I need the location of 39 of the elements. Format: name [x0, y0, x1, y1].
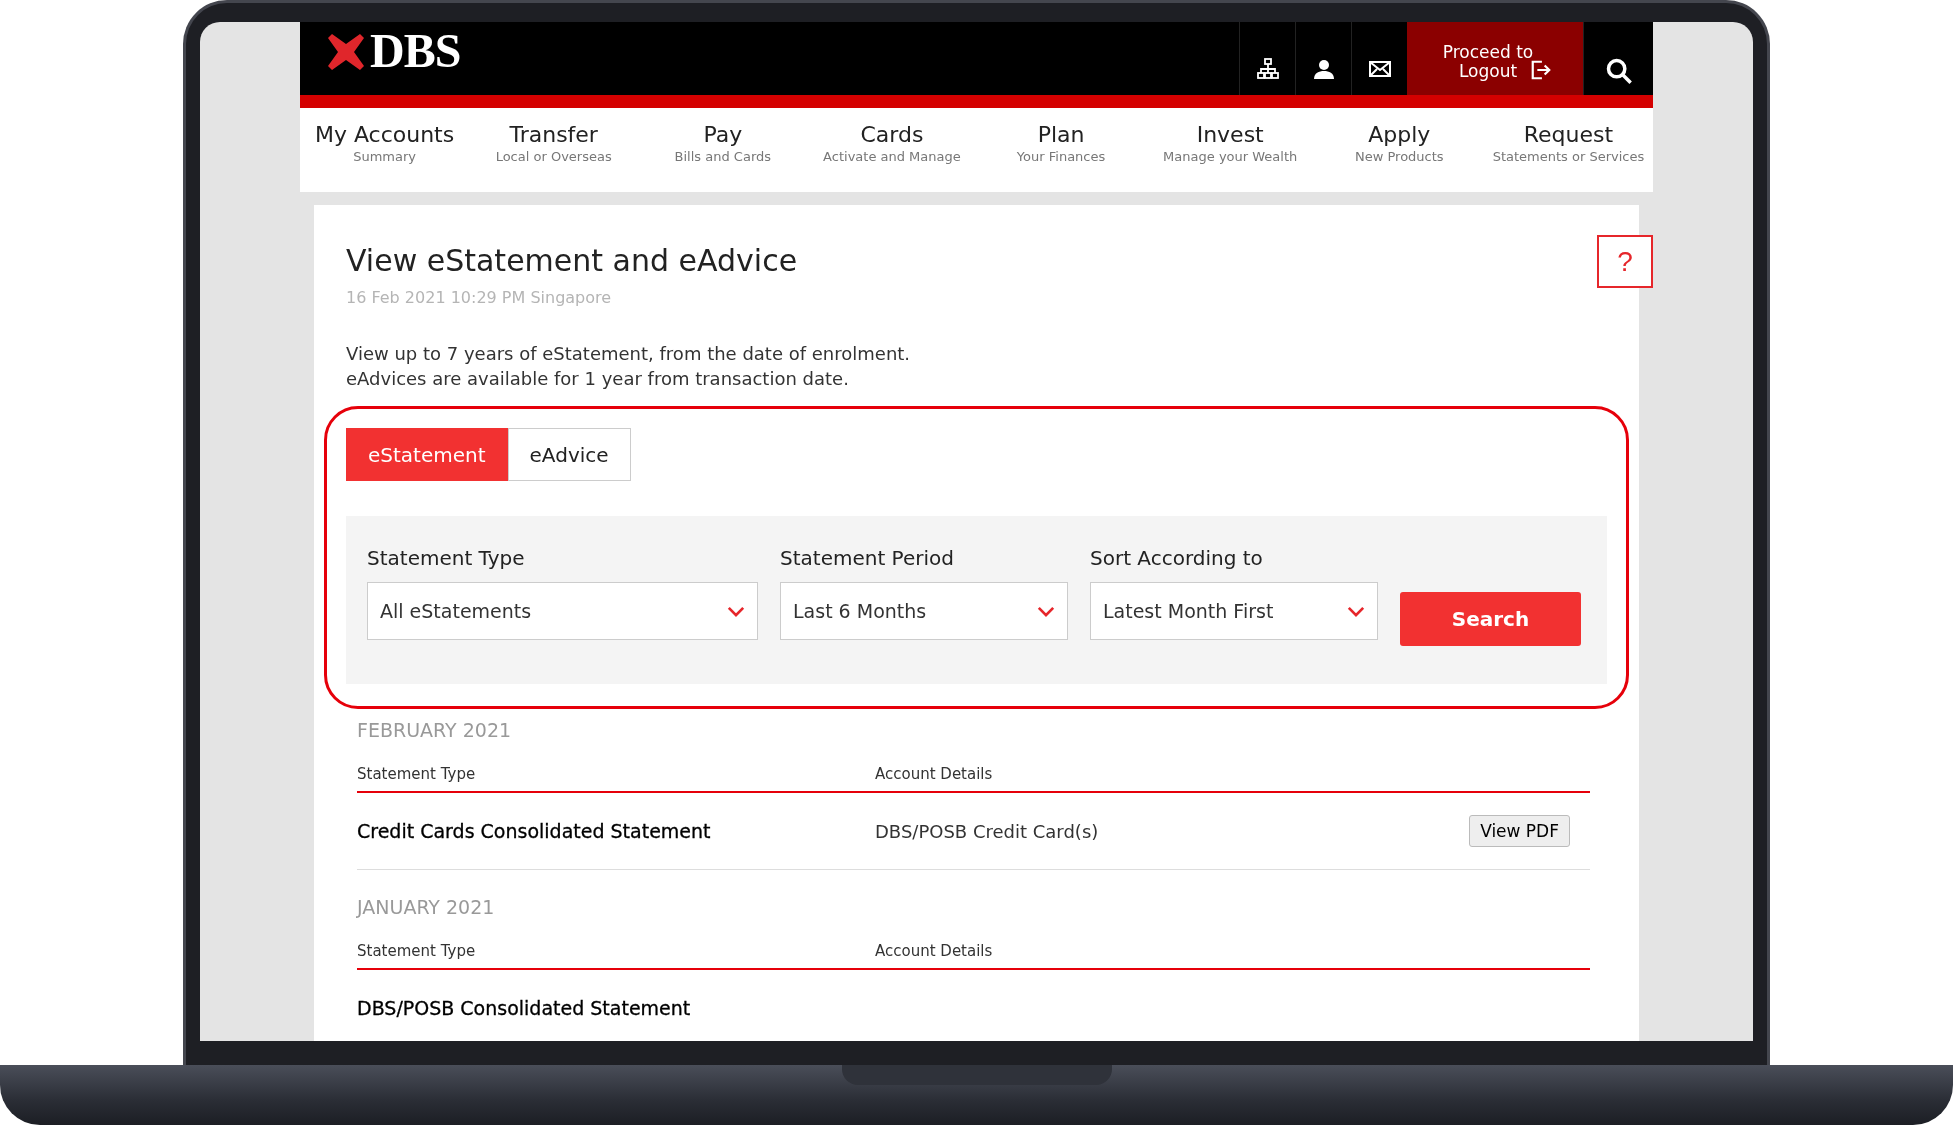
month-heading: FEBRUARY 2021 — [357, 719, 513, 741]
search-button[interactable]: Search — [1400, 592, 1581, 646]
logo-icon — [326, 32, 366, 72]
month-heading: JANUARY 2021 — [357, 896, 496, 918]
chevron-down-icon — [1347, 605, 1365, 617]
view-pdf-button[interactable]: View PDF — [1469, 815, 1570, 847]
nav-item[interactable]: Cards Activate and Manage — [807, 108, 977, 192]
table-cell-text: Credit Cards Consolidated Statement — [357, 820, 712, 842]
chevron-down-icon — [727, 605, 745, 617]
intro-text: eAdvices are available for 1 year from transaction date. — [346, 367, 850, 391]
column-header: Account Details — [875, 942, 994, 960]
table-cell-text: DBS/POSB Consolidated Statement — [357, 997, 692, 1019]
dropdown[interactable]: Last 6 Months — [780, 582, 1068, 640]
field-label: Statement Type — [367, 546, 526, 570]
logout-icon — [1530, 59, 1552, 81]
tab[interactable]: eStatement — [346, 428, 508, 481]
field-label: Statement Period — [780, 546, 955, 570]
table-cell-text: DBS/POSB Credit Card(s) — [875, 820, 1100, 842]
nav-item[interactable]: Transfer Local or Overseas — [469, 108, 639, 192]
tab[interactable]: eAdvice — [507, 428, 631, 481]
column-header: Account Details — [875, 765, 994, 783]
nav-item[interactable]: My Accounts Summary — [300, 108, 470, 192]
page-title: View eStatement and eAdvice — [346, 242, 798, 278]
dropdown[interactable]: Latest Month First — [1090, 582, 1378, 640]
nav-item[interactable]: Request Statements or Services — [1483, 108, 1653, 192]
logout-button[interactable]: Proceed to Logout — [1407, 22, 1583, 95]
field-label: Sort According to — [1090, 546, 1264, 570]
timestamp: 16 Feb 2021 10:29 PM Singapore — [346, 288, 613, 307]
logo-text: DBS — [370, 28, 461, 74]
chevron-down-icon — [1037, 605, 1055, 617]
nav-item[interactable]: Plan Your Finances — [976, 108, 1146, 192]
dropdown[interactable]: All eStatements — [367, 582, 758, 640]
nav-item[interactable]: Invest Manage your Wealth — [1145, 108, 1315, 192]
nav-item[interactable]: Pay Bills and Cards — [638, 108, 808, 192]
column-header: Statement Type — [357, 942, 477, 960]
help-button[interactable]: ? — [1597, 235, 1653, 288]
intro-text: View up to 7 years of eStatement, from the date of enrolment. — [346, 342, 912, 366]
nav-item[interactable]: Apply New Products — [1314, 108, 1484, 192]
column-header: Statement Type — [357, 765, 477, 783]
